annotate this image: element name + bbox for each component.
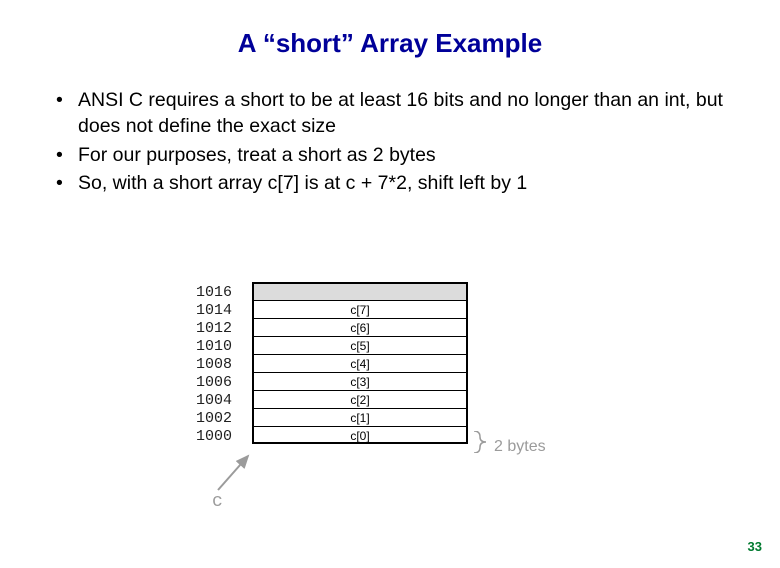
byte-size-label: 2 bytes bbox=[494, 438, 546, 456]
address-label: 1008 bbox=[196, 357, 240, 372]
address-label: 1000 bbox=[196, 429, 240, 444]
page-number: 33 bbox=[748, 539, 762, 554]
memory-cell: c[1] bbox=[252, 408, 468, 426]
bullet-item: For our purposes, treat a short as 2 byt… bbox=[54, 142, 726, 168]
bullet-list: ANSI C requires a short to be at least 1… bbox=[54, 87, 726, 196]
address-label: 1016 bbox=[196, 285, 240, 300]
memory-cell: c[2] bbox=[252, 390, 468, 408]
brace-icon bbox=[472, 431, 488, 453]
address-label: 1004 bbox=[196, 393, 240, 408]
bullet-item: So, with a short array c[7] is at c + 7*… bbox=[54, 170, 726, 196]
address-label: 1012 bbox=[196, 321, 240, 336]
address-label: 1002 bbox=[196, 411, 240, 426]
memory-cell bbox=[252, 282, 468, 300]
address-label: 1006 bbox=[196, 375, 240, 390]
memory-cell: c[3] bbox=[252, 372, 468, 390]
bullet-item: ANSI C requires a short to be at least 1… bbox=[54, 87, 726, 140]
memory-cell: c[0] bbox=[252, 426, 468, 444]
slide-title: A “short” Array Example bbox=[0, 28, 780, 59]
memory-diagram: 1016 1014 1012 1010 1008 1006 1004 1002 … bbox=[196, 282, 616, 502]
array-base-label: c bbox=[212, 492, 223, 512]
arrow-icon bbox=[210, 452, 252, 494]
address-label: 1014 bbox=[196, 303, 240, 318]
memory-cell: c[6] bbox=[252, 318, 468, 336]
memory-cell: c[5] bbox=[252, 336, 468, 354]
memory-cell: c[4] bbox=[252, 354, 468, 372]
address-label: 1010 bbox=[196, 339, 240, 354]
memory-cell: c[7] bbox=[252, 300, 468, 318]
